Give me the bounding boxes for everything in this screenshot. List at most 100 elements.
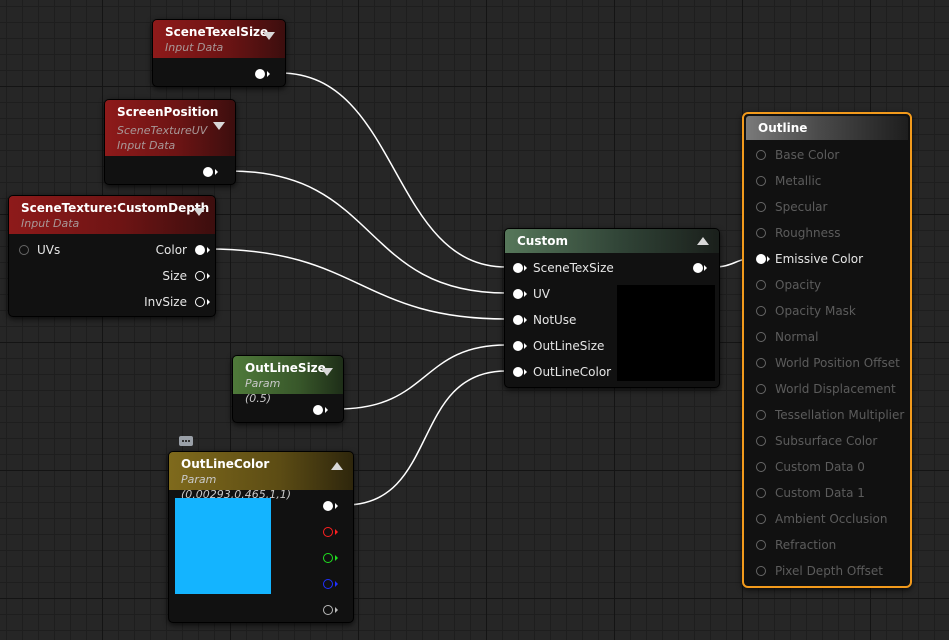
node-title: Outline [758, 121, 808, 135]
node-screen-position[interactable]: ScreenPosition SceneTextureUV Input Data [104, 99, 236, 185]
input-pin[interactable] [756, 566, 766, 576]
node-title: OutLineColor [181, 457, 270, 471]
wire-screenposition-to-uv [229, 170, 507, 294]
input-pin[interactable] [756, 150, 766, 160]
input-pin[interactable] [756, 306, 766, 316]
input-pin[interactable] [19, 245, 29, 255]
output-pin[interactable] [203, 167, 213, 177]
material-input-normal: Normal [744, 324, 904, 350]
input-pin[interactable] [756, 358, 766, 368]
pin-label: Opacity [775, 278, 822, 292]
input-pin-row: OutLineSize [505, 333, 625, 359]
input-pin[interactable] [513, 315, 523, 325]
material-input-custom-data-0: Custom Data 0 [744, 454, 904, 480]
pin-arrow-icon [524, 291, 527, 297]
input-pin[interactable] [756, 488, 766, 498]
node-header[interactable]: OutLineSize Param (0.5) [233, 356, 343, 405]
input-pin[interactable] [756, 332, 766, 342]
node-scene-texel-size[interactable]: SceneTexelSize Input Data [152, 19, 286, 87]
input-pin[interactable] [756, 384, 766, 394]
pin-label: World Position Offset [775, 356, 900, 370]
input-pin[interactable] [756, 540, 766, 550]
node-subtitle: Input Data [117, 139, 176, 152]
pin-label: Custom Data 1 [775, 486, 865, 500]
collapse-arrow-icon[interactable] [193, 208, 205, 216]
pin-arrow-icon [267, 71, 270, 77]
pin-label: InvSize [144, 295, 187, 309]
input-pin[interactable] [756, 462, 766, 472]
input-pin[interactable] [756, 410, 766, 420]
input-pin[interactable] [513, 367, 523, 377]
pin-label: Custom Data 0 [775, 460, 865, 474]
node-header[interactable]: OutLineColor Param (0.00293,0.465,1,1) [169, 452, 353, 501]
node-subtitle: SceneTextureUV [117, 124, 208, 137]
node-scene-texture[interactable]: SceneTexture:CustomDepth Input Data UVs … [8, 195, 216, 317]
node-header[interactable]: SceneTexelSize Input Data [153, 20, 285, 58]
input-pin[interactable] [756, 436, 766, 446]
pin-label: Tessellation Multiplier [775, 408, 905, 422]
node-preview [617, 285, 715, 381]
pin-label: NotUse [533, 313, 577, 327]
material-input-world-displacement: World Displacement [744, 376, 904, 402]
node-outline-size[interactable]: OutLineSize Param (0.5) [232, 355, 344, 423]
node-header[interactable]: SceneTexture:CustomDepth Input Data [9, 196, 215, 234]
pin-label: Roughness [775, 226, 841, 240]
input-pin[interactable] [756, 514, 766, 524]
material-input-subsurface-color: Subsurface Color [744, 428, 904, 454]
output-pin[interactable] [313, 405, 323, 415]
input-pin[interactable] [756, 202, 766, 212]
pin-label: Emissive Color [775, 252, 864, 266]
output-pin[interactable] [195, 245, 205, 255]
collapse-arrow-icon[interactable] [213, 122, 225, 130]
pin-label: Metallic [775, 174, 822, 188]
node-custom[interactable]: Custom SceneTexSize UV NotUse OutLineSiz… [504, 228, 720, 388]
pin-arrow-icon [524, 343, 527, 349]
output-pin[interactable] [323, 605, 333, 615]
wire-outlinecolor-to-outlinecolor [344, 370, 507, 506]
node-title: ScreenPosition [117, 105, 219, 119]
output-pin[interactable] [693, 263, 703, 273]
node-header[interactable]: Custom [505, 229, 719, 253]
node-outline-material[interactable]: Outline Base Color Metallic Specular Roughn… [742, 112, 912, 588]
material-input-opacity: Opacity [744, 272, 904, 298]
material-input-roughness: Roughness [744, 220, 904, 246]
pin-arrow-icon [207, 247, 210, 253]
output-pin-rgba [313, 493, 353, 519]
node-outline-color[interactable]: OutLineColor Param (0.00293,0.465,1,1) [168, 451, 354, 623]
input-pin[interactable] [756, 280, 766, 290]
pin-arrow-icon [215, 169, 218, 175]
collapse-arrow-icon[interactable] [263, 32, 275, 40]
output-pin[interactable] [323, 579, 333, 589]
collapse-arrow-icon[interactable] [321, 368, 333, 376]
pin-label: OutLineColor [533, 365, 612, 379]
output-pin-row: Color [115, 237, 215, 263]
input-pin[interactable] [513, 289, 523, 299]
color-swatch[interactable] [175, 498, 271, 594]
output-pin[interactable] [323, 527, 333, 537]
node-subtitle: Param (0.5) [245, 377, 281, 405]
node-title: Custom [517, 234, 568, 248]
pin-arrow-icon [325, 407, 328, 413]
collapse-arrow-icon[interactable] [697, 237, 709, 245]
node-header[interactable]: Outline [746, 116, 908, 140]
output-pin[interactable] [323, 501, 333, 511]
input-pin[interactable] [756, 176, 766, 186]
output-pin[interactable] [323, 553, 333, 563]
material-input-refraction: Refraction [744, 532, 904, 558]
pin-arrow-icon [704, 265, 707, 271]
pin-label: Refraction [775, 538, 837, 552]
input-pin[interactable] [513, 341, 523, 351]
output-pin[interactable] [195, 271, 205, 281]
output-pin[interactable] [195, 297, 205, 307]
input-pin[interactable] [513, 263, 523, 273]
output-pin[interactable] [255, 69, 265, 79]
material-input-tessellation-multiplier: Tessellation Multiplier [744, 402, 904, 428]
comment-bubble-icon[interactable] [179, 436, 193, 446]
input-pin[interactable] [756, 254, 766, 264]
node-header[interactable]: ScreenPosition SceneTextureUV Input Data [105, 100, 235, 156]
input-pin[interactable] [756, 228, 766, 238]
pin-arrow-icon [207, 273, 210, 279]
material-input-ambient-occlusion: Ambient Occlusion [744, 506, 904, 532]
collapse-arrow-icon[interactable] [331, 462, 343, 470]
material-input-world-position-offset: World Position Offset [744, 350, 904, 376]
